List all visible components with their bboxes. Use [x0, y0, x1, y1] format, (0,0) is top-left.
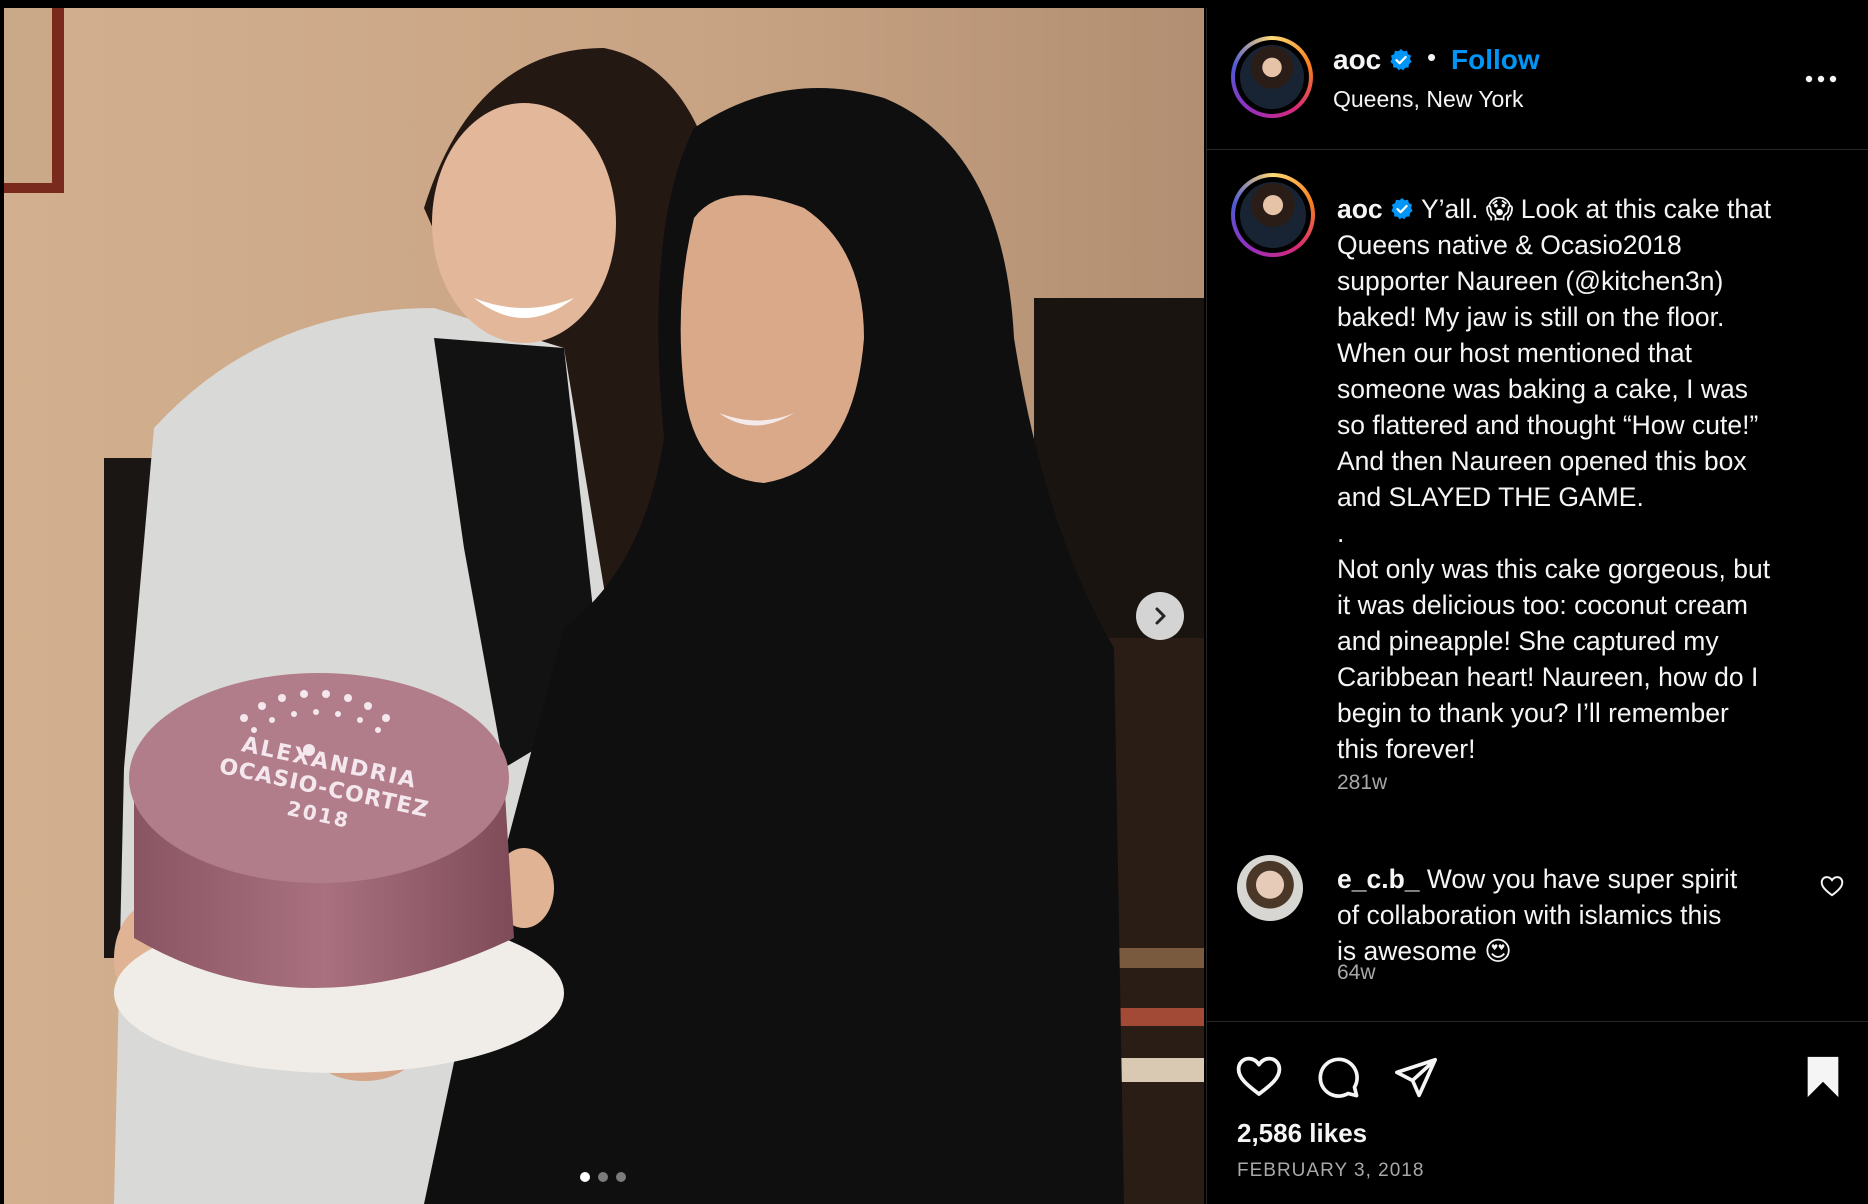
- comments-section[interactable]: aoc Y’all. 😱 Look at this cake that Quee…: [1207, 151, 1868, 1021]
- bookmark-icon: [1807, 1056, 1839, 1098]
- caption-line: Caribbean heart! Naureen, how do I: [1337, 662, 1759, 692]
- carousel-dot-1: [580, 1172, 590, 1182]
- post-side-panel: aoc • Follow Queens, New York aoc Y’all.…: [1206, 8, 1868, 1204]
- caption-line: .: [1337, 518, 1345, 548]
- comment-line: of collaboration with islamics this: [1337, 900, 1722, 930]
- next-photo-button[interactable]: [1136, 592, 1184, 640]
- share-button[interactable]: [1393, 1054, 1439, 1105]
- post-date: FEBRUARY 3, 2018: [1237, 1160, 1425, 1181]
- comment-bubble-icon: [1318, 1057, 1359, 1098]
- caption-line: begin to thank you? I’ll remember: [1337, 698, 1729, 728]
- more-options-button[interactable]: [1797, 64, 1847, 94]
- commenter-avatar[interactable]: [1237, 855, 1303, 921]
- top-border: [0, 0, 1868, 8]
- header-separator: •: [1427, 42, 1437, 72]
- post-header: aoc • Follow Queens, New York: [1207, 8, 1868, 150]
- comment-timestamp[interactable]: 64w: [1337, 961, 1376, 985]
- photo-scene: [4, 8, 1204, 1204]
- post-photo[interactable]: ALEXANDRIA OCASIO-CORTEZ 2018: [4, 8, 1204, 1204]
- author-username[interactable]: aoc: [1333, 44, 1381, 76]
- caption-line: and SLAYED THE GAME.: [1337, 482, 1644, 512]
- carousel-dot-2: [598, 1172, 608, 1182]
- caption-timestamp[interactable]: 281w: [1337, 771, 1387, 795]
- verified-badge-icon: [1389, 48, 1413, 74]
- carousel-dot-3: [616, 1172, 626, 1182]
- likes-count[interactable]: 2,586 likes: [1237, 1118, 1367, 1149]
- caption-line: baked! My jaw is still on the floor.: [1337, 302, 1725, 332]
- author-avatar[interactable]: [1231, 36, 1313, 118]
- chevron-right-icon: [1155, 607, 1166, 625]
- caption-line: supporter Naureen (@kitchen3n): [1337, 266, 1724, 296]
- post-actions: 2,586 likes FEBRUARY 3, 2018: [1207, 1021, 1868, 1204]
- comment-like-button[interactable]: [1819, 873, 1845, 899]
- caption-line: Not only was this cake gorgeous, but: [1337, 554, 1771, 584]
- avatar-image: [1240, 182, 1306, 248]
- caption-line: And then Naureen opened this box: [1337, 446, 1747, 476]
- caption-author-avatar[interactable]: [1231, 173, 1315, 257]
- paper-plane-icon: [1395, 1057, 1437, 1098]
- carousel-indicator: [580, 1172, 626, 1182]
- like-button[interactable]: [1235, 1054, 1283, 1103]
- follow-button[interactable]: Follow: [1451, 44, 1540, 76]
- save-button[interactable]: [1803, 1054, 1843, 1105]
- caption-line: When our host mentioned that: [1337, 338, 1693, 368]
- caption-line: it was delicious too: coconut cream: [1337, 590, 1748, 620]
- caption-line: Queens native & Ocasio2018: [1337, 230, 1682, 260]
- comment: e_c.b_ Wow you have super spirit of coll…: [1337, 861, 1797, 969]
- verified-badge-icon: [1391, 198, 1413, 220]
- commenter-username[interactable]: e_c.b_: [1337, 864, 1420, 894]
- caption-line: so flattered and thought “How cute!”: [1337, 410, 1759, 440]
- comment-line: Wow you have super spirit: [1426, 864, 1738, 894]
- more-options-icon: [1805, 75, 1837, 83]
- instagram-post-viewer: ALEXANDRIA OCASIO-CORTEZ 2018 aoc • Foll…: [0, 0, 1868, 1204]
- caption-username[interactable]: aoc: [1337, 194, 1383, 224]
- avatar-image: [1240, 45, 1304, 109]
- post-location[interactable]: Queens, New York: [1333, 86, 1524, 113]
- heart-icon: [1236, 1056, 1282, 1096]
- comment-line: is awesome 😍: [1337, 936, 1512, 966]
- caption-line: someone was baking a cake, I was: [1337, 374, 1748, 404]
- comment-button[interactable]: [1315, 1054, 1361, 1105]
- caption-line: this forever!: [1337, 734, 1476, 764]
- post-caption: aoc Y’all. 😱 Look at this cake that Quee…: [1337, 191, 1837, 767]
- caption-line: Y’all. 😱 Look at this cake that: [1420, 194, 1772, 224]
- heart-icon: [1820, 876, 1844, 897]
- caption-line: and pineapple! She captured my: [1337, 626, 1719, 656]
